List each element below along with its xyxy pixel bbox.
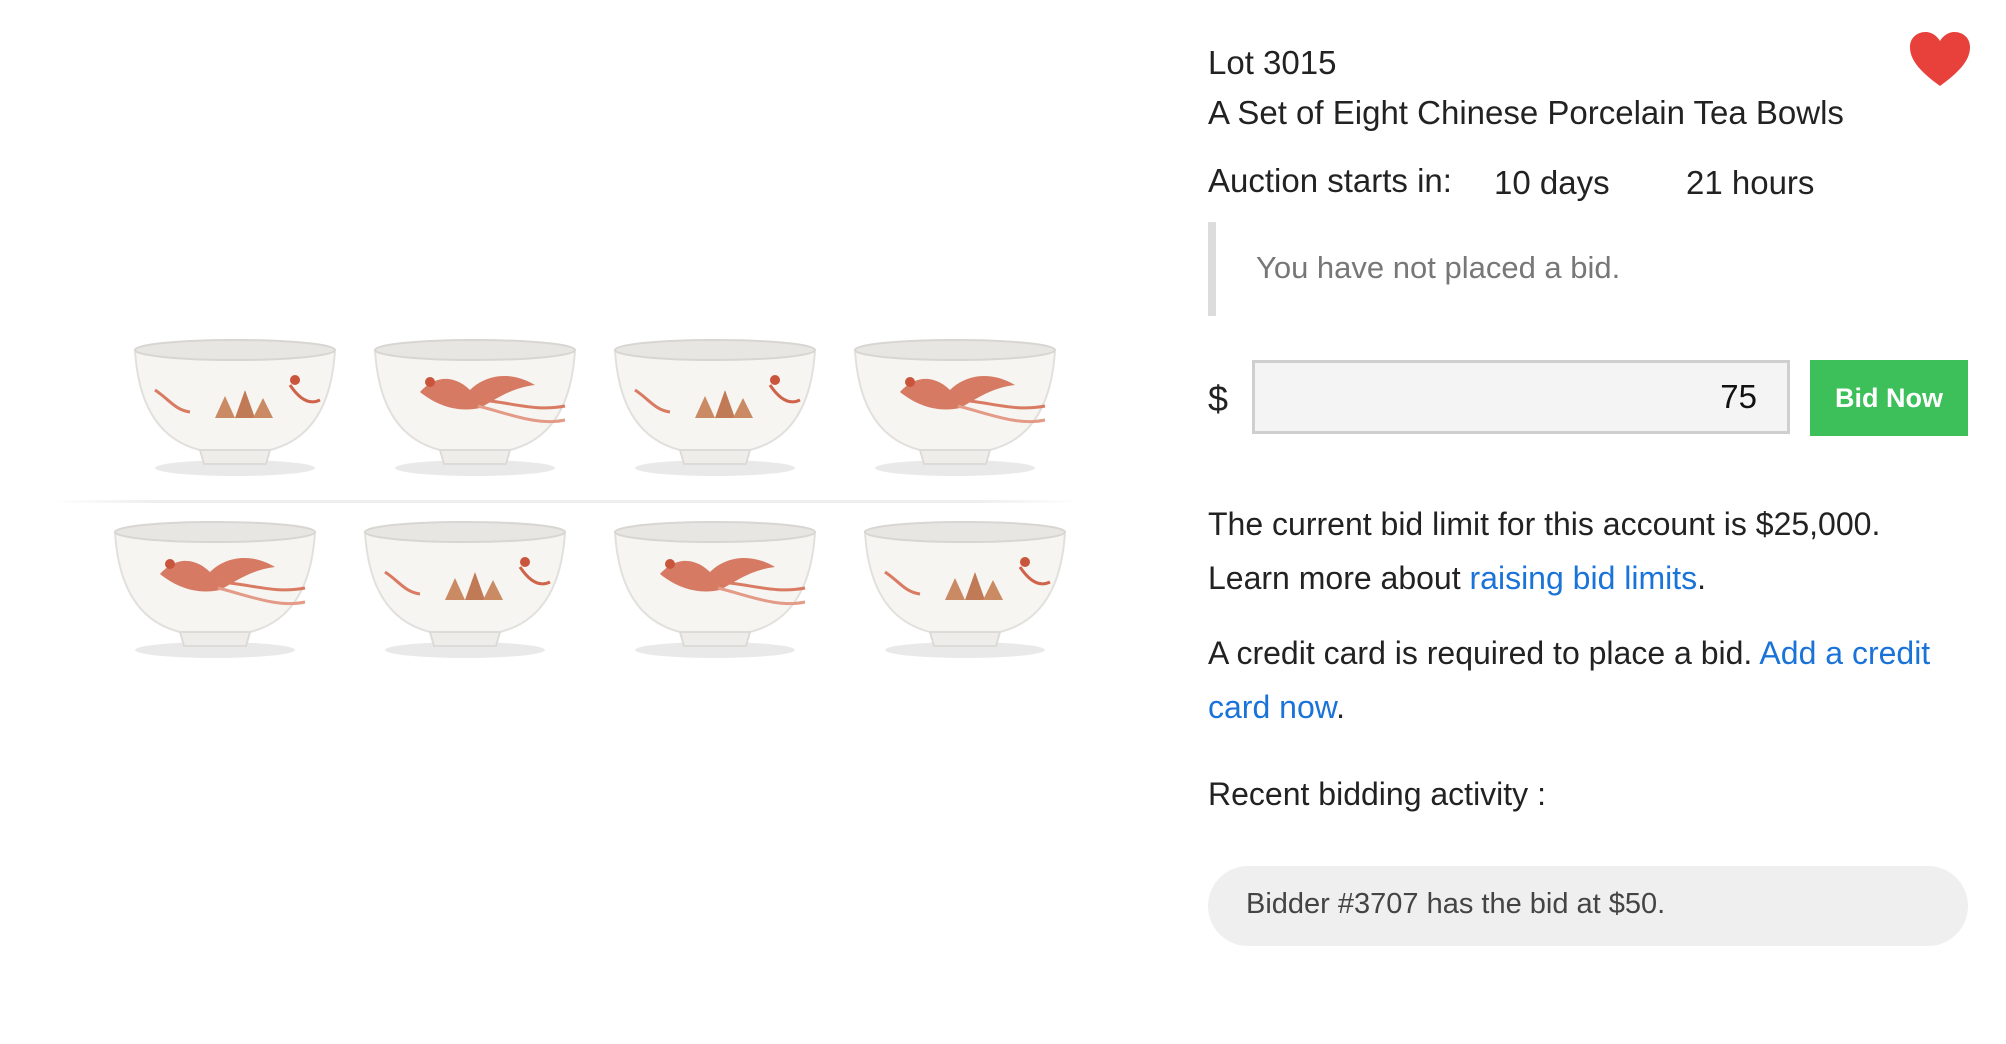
bid-limit-suffix: . <box>1697 560 1707 596</box>
tea-bowl <box>120 330 350 480</box>
auction-countdown: Auction starts in: 10 days 21 hours <box>1208 162 1814 201</box>
favorite-button[interactable] <box>1910 32 1970 88</box>
lot-photo <box>50 330 1080 810</box>
credit-card-text: A credit card is required to place a bid… <box>1208 635 1760 671</box>
bid-limit-info: The current bid limit for this account i… <box>1208 497 1978 605</box>
heart-icon <box>1910 32 1970 86</box>
photo-shelf <box>50 500 1080 503</box>
tea-bowl <box>350 512 580 662</box>
tea-bowl <box>600 512 830 662</box>
activity-item: Bidder #3707 has the bid at $50. <box>1208 866 1968 946</box>
countdown-days: 10 days <box>1494 164 1610 201</box>
currency-symbol: $ <box>1208 378 1229 419</box>
bid-amount-input[interactable] <box>1252 360 1790 434</box>
tea-bowl <box>850 512 1080 662</box>
tea-bowl <box>360 330 590 480</box>
lot-number: Lot 3015 <box>1208 44 1337 81</box>
recent-activity-heading: Recent bidding activity : <box>1208 776 1546 812</box>
bid-status-notice: You have not placed a bid. <box>1208 222 1908 316</box>
tea-bowl <box>100 512 330 662</box>
bid-now-button[interactable]: Bid Now <box>1810 360 1968 436</box>
activity-entry-text: Bidder #3707 has the bid at $50. <box>1246 888 1666 920</box>
countdown-hours: 21 hours <box>1686 164 1815 201</box>
credit-card-suffix: . <box>1336 689 1345 725</box>
countdown-label: Auction starts in: <box>1208 162 1452 199</box>
lot-detail-panel: Lot 3015 A Set of Eight Chinese Porcelai… <box>1208 0 1988 1044</box>
bid-status-text: You have not placed a bid. <box>1256 250 1621 285</box>
tea-bowl <box>840 330 1070 480</box>
bid-limit-learn-prefix: Learn more about <box>1208 560 1470 596</box>
lot-title: A Set of Eight Chinese Porcelain Tea Bow… <box>1208 94 1844 131</box>
bid-limit-text: The current bid limit for this account i… <box>1208 506 1881 542</box>
tea-bowl <box>600 330 830 480</box>
credit-card-info: A credit card is required to place a bid… <box>1208 626 1978 734</box>
raising-bid-limits-link[interactable]: raising bid limits <box>1470 560 1698 596</box>
